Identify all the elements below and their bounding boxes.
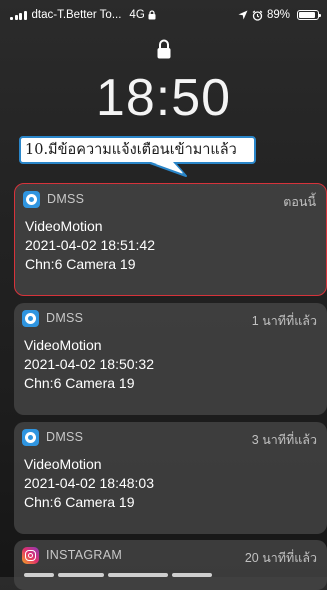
- location-arrow-icon: [238, 10, 248, 20]
- lock-screen-clock: 18:50: [95, 69, 232, 127]
- notification-channel: Chn:6 Camera 19: [25, 256, 136, 272]
- notification-time: 20 นาทีที่แล้ว: [244, 551, 317, 565]
- battery-percent: 89%: [266, 9, 290, 21]
- notification-header: DMSS 1 นาทีที่แล้ว: [14, 303, 327, 333]
- notification-timestamp: 2021-04-02 18:51:42: [25, 237, 155, 253]
- notification-app-name: DMSS: [47, 192, 85, 206]
- notification-title: VideoMotion: [25, 218, 103, 234]
- notification-body: VideoMotion 2021-04-02 18:51:42 Chn:6 Ca…: [25, 217, 155, 274]
- notification-title: VideoMotion: [24, 456, 102, 472]
- notification-time: 1 นาทีที่แล้ว: [251, 314, 317, 328]
- instagram-app-icon: [22, 547, 39, 564]
- signal-icon: [10, 10, 27, 20]
- notification-body-cropped: [24, 573, 274, 579]
- notification-header: INSTAGRAM 20 นาทีที่แล้ว: [14, 540, 327, 570]
- network-type: 4G: [129, 9, 145, 21]
- notification-card[interactable]: DMSS 3 นาทีที่แล้ว VideoMotion 2021-04-0…: [14, 422, 327, 534]
- carrier-name: dtac-T.Better To...: [31, 9, 122, 21]
- status-bar: dtac-T.Better To... 4G 89%: [0, 0, 327, 30]
- notification-channel: Chn:6 Camera 19: [24, 494, 135, 510]
- status-bar-right: 89%: [238, 9, 321, 21]
- alarm-icon: [252, 10, 263, 21]
- battery-icon: [297, 10, 321, 20]
- notification-time: ตอนนี้: [283, 195, 316, 209]
- lock-icon: [157, 39, 171, 59]
- notification-title: VideoMotion: [24, 337, 102, 353]
- notification-app-name: INSTAGRAM: [46, 548, 123, 562]
- dmss-app-icon: [23, 191, 40, 208]
- lock-icon: [148, 10, 156, 20]
- notification-body: VideoMotion 2021-04-02 18:48:03 Chn:6 Ca…: [24, 455, 154, 512]
- notification-header: DMSS 3 นาทีที่แล้ว: [14, 422, 327, 452]
- notification-card[interactable]: INSTAGRAM 20 นาทีที่แล้ว: [14, 540, 327, 590]
- notification-timestamp: 2021-04-02 18:48:03: [24, 475, 154, 491]
- dmss-app-icon: [22, 310, 39, 327]
- status-bar-left: dtac-T.Better To... 4G: [10, 9, 156, 21]
- notification-card[interactable]: DMSS ตอนนี้ VideoMotion 2021-04-02 18:51…: [14, 183, 327, 296]
- notification-app-name: DMSS: [46, 311, 84, 325]
- notification-channel: Chn:6 Camera 19: [24, 375, 135, 391]
- dmss-app-icon: [22, 429, 39, 446]
- annotation-callout: 10.มีข้อความแจ้งเตือนเข้ามาแล้ว: [19, 136, 256, 164]
- notification-app-name: DMSS: [46, 430, 84, 444]
- notification-time: 3 นาทีที่แล้ว: [251, 433, 317, 447]
- notification-header: DMSS ตอนนี้: [15, 184, 326, 214]
- notification-body: VideoMotion 2021-04-02 18:50:32 Chn:6 Ca…: [24, 336, 154, 393]
- notification-timestamp: 2021-04-02 18:50:32: [24, 356, 154, 372]
- notification-card[interactable]: DMSS 1 นาทีที่แล้ว VideoMotion 2021-04-0…: [14, 303, 327, 415]
